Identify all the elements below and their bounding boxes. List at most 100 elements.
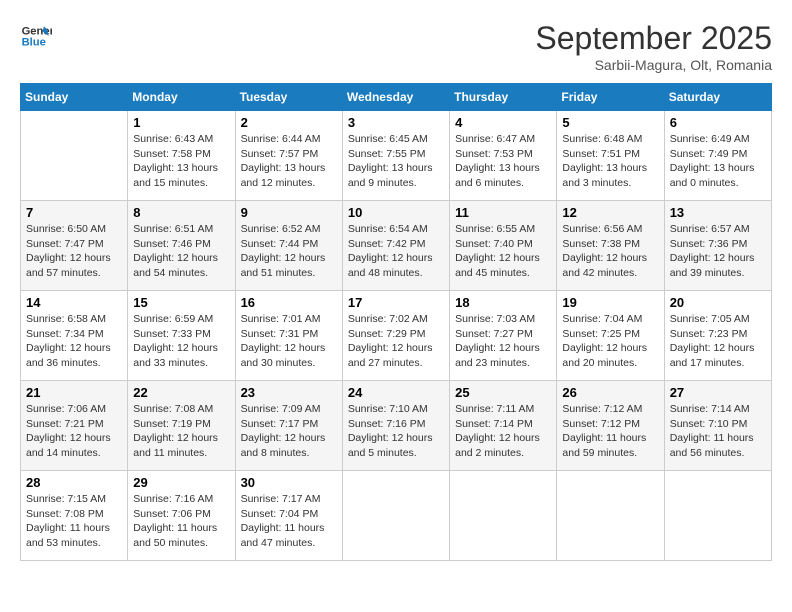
day-number: 14 [26,295,122,310]
calendar-cell: 14 Sunrise: 6:58 AMSunset: 7:34 PMDayligh… [21,291,128,381]
calendar-week-row: 14 Sunrise: 6:58 AMSunset: 7:34 PMDayligh… [21,291,772,381]
day-number: 3 [348,115,444,130]
day-number: 13 [670,205,766,220]
day-number: 21 [26,385,122,400]
calendar-cell [557,471,664,561]
calendar-cell: 19 Sunrise: 7:04 AMSunset: 7:25 PMDayligh… [557,291,664,381]
day-info: Sunrise: 6:54 AMSunset: 7:42 PMDaylight:… [348,222,444,281]
calendar-cell: 4 Sunrise: 6:47 AMSunset: 7:53 PMDaylight… [450,111,557,201]
day-number: 18 [455,295,551,310]
svg-text:Blue: Blue [22,37,46,49]
day-number: 17 [348,295,444,310]
calendar-week-row: 28Sunrise: 7:15 AMSunset: 7:08 PMDayligh… [21,471,772,561]
day-info: Sunrise: 7:11 AMSunset: 7:14 PMDaylight:… [455,402,551,461]
day-number: 30 [241,475,337,490]
day-number: 16 [241,295,337,310]
calendar-week-row: 7Sunrise: 6:50 AMSunset: 7:47 PMDaylight… [21,201,772,291]
calendar-cell: 28Sunrise: 7:15 AMSunset: 7:08 PMDayligh… [21,471,128,561]
day-number: 20 [670,295,766,310]
day-info: Sunrise: 7:06 AMSunset: 7:21 PMDaylight:… [26,402,122,461]
logo: General Blue [20,20,52,52]
day-info: Sunrise: 7:05 AMSunset: 7:23 PMDaylight:… [670,312,766,371]
calendar-cell: 9 Sunrise: 6:52 AMSunset: 7:44 PMDaylight… [235,201,342,291]
calendar-cell: 26Sunrise: 7:12 AMSunset: 7:12 PMDayligh… [557,381,664,471]
header-friday: Friday [557,84,664,111]
calendar-cell: 6 Sunrise: 6:49 AMSunset: 7:49 PMDaylight… [664,111,771,201]
calendar-cell [450,471,557,561]
day-info: Sunrise: 7:17 AMSunset: 7:04 PMDaylight:… [241,492,337,551]
calendar-cell: 2Sunrise: 6:44 AMSunset: 7:57 PMDaylight… [235,111,342,201]
day-number: 24 [348,385,444,400]
day-info: Sunrise: 6:57 AMSunset: 7:36 PMDaylight:… [670,222,766,281]
title-area: September 2025 Sarbii-Magura, Olt, Roman… [535,20,772,73]
subtitle: Sarbii-Magura, Olt, Romania [535,57,772,73]
header-wednesday: Wednesday [342,84,449,111]
calendar-cell: 7Sunrise: 6:50 AMSunset: 7:47 PMDaylight… [21,201,128,291]
day-number: 2 [241,115,337,130]
day-number: 27 [670,385,766,400]
calendar-cell: 16 Sunrise: 7:01 AMSunset: 7:31 PMDayligh… [235,291,342,381]
calendar-cell: 29 Sunrise: 7:16 AMSunset: 7:06 PMDayligh… [128,471,235,561]
day-info: Sunrise: 6:50 AMSunset: 7:47 PMDaylight:… [26,222,122,281]
day-number: 25 [455,385,551,400]
day-info: Sunrise: 6:49 AMSunset: 7:49 PMDaylight:… [670,132,766,191]
day-number: 22 [133,385,229,400]
month-title: September 2025 [535,20,772,57]
day-info: Sunrise: 6:47 AMSunset: 7:53 PMDaylight:… [455,132,551,191]
calendar-cell: 1 Sunrise: 6:43 AMSunset: 7:58 PMDaylight… [128,111,235,201]
day-info: Sunrise: 7:09 AMSunset: 7:17 PMDaylight:… [241,402,337,461]
day-info: Sunrise: 7:04 AMSunset: 7:25 PMDaylight:… [562,312,658,371]
calendar-cell: 24 Sunrise: 7:10 AMSunset: 7:16 PMDayligh… [342,381,449,471]
day-info: Sunrise: 6:52 AMSunset: 7:44 PMDaylight:… [241,222,337,281]
day-number: 6 [670,115,766,130]
calendar-cell: 25 Sunrise: 7:11 AMSunset: 7:14 PMDayligh… [450,381,557,471]
day-info: Sunrise: 6:56 AMSunset: 7:38 PMDaylight:… [562,222,658,281]
day-number: 15 [133,295,229,310]
day-number: 1 [133,115,229,130]
day-info: Sunrise: 6:48 AMSunset: 7:51 PMDaylight:… [562,132,658,191]
calendar-table: SundayMondayTuesdayWednesdayThursdayFrid… [20,83,772,561]
day-info: Sunrise: 6:43 AMSunset: 7:58 PMDaylight:… [133,132,229,191]
calendar-cell: 3 Sunrise: 6:45 AMSunset: 7:55 PMDaylight… [342,111,449,201]
calendar-week-row: 1 Sunrise: 6:43 AMSunset: 7:58 PMDaylight… [21,111,772,201]
calendar-cell: 8 Sunrise: 6:51 AMSunset: 7:46 PMDaylight… [128,201,235,291]
day-number: 11 [455,205,551,220]
day-number: 9 [241,205,337,220]
header: General Blue September 2025 Sarbii-Magur… [20,20,772,73]
day-info: Sunrise: 7:01 AMSunset: 7:31 PMDaylight:… [241,312,337,371]
calendar-cell: 27Sunrise: 7:14 AMSunset: 7:10 PMDayligh… [664,381,771,471]
day-info: Sunrise: 7:02 AMSunset: 7:29 PMDaylight:… [348,312,444,371]
day-number: 23 [241,385,337,400]
header-saturday: Saturday [664,84,771,111]
day-info: Sunrise: 7:15 AMSunset: 7:08 PMDaylight:… [26,492,122,551]
day-number: 26 [562,385,658,400]
calendar-cell: 18 Sunrise: 7:03 AMSunset: 7:27 PMDayligh… [450,291,557,381]
day-info: Sunrise: 7:16 AMSunset: 7:06 PMDaylight:… [133,492,229,551]
day-info: Sunrise: 7:10 AMSunset: 7:16 PMDaylight:… [348,402,444,461]
day-info: Sunrise: 6:58 AMSunset: 7:34 PMDaylight:… [26,312,122,371]
calendar-cell: 23 Sunrise: 7:09 AMSunset: 7:17 PMDayligh… [235,381,342,471]
day-number: 19 [562,295,658,310]
day-number: 5 [562,115,658,130]
calendar-cell: 13 Sunrise: 6:57 AMSunset: 7:36 PMDayligh… [664,201,771,291]
header-thursday: Thursday [450,84,557,111]
day-info: Sunrise: 7:08 AMSunset: 7:19 PMDaylight:… [133,402,229,461]
day-number: 29 [133,475,229,490]
calendar-header-row: SundayMondayTuesdayWednesdayThursdayFrid… [21,84,772,111]
day-number: 4 [455,115,551,130]
day-info: Sunrise: 6:55 AMSunset: 7:40 PMDaylight:… [455,222,551,281]
calendar-cell [342,471,449,561]
calendar-week-row: 21 Sunrise: 7:06 AMSunset: 7:21 PMDayligh… [21,381,772,471]
calendar-cell: 30 Sunrise: 7:17 AMSunset: 7:04 PMDayligh… [235,471,342,561]
day-info: Sunrise: 6:51 AMSunset: 7:46 PMDaylight:… [133,222,229,281]
calendar-cell [21,111,128,201]
logo-icon: General Blue [20,20,52,52]
calendar-cell [664,471,771,561]
day-info: Sunrise: 6:45 AMSunset: 7:55 PMDaylight:… [348,132,444,191]
day-number: 8 [133,205,229,220]
calendar-cell: 17 Sunrise: 7:02 AMSunset: 7:29 PMDayligh… [342,291,449,381]
header-sunday: Sunday [21,84,128,111]
calendar-cell: 12Sunrise: 6:56 AMSunset: 7:38 PMDayligh… [557,201,664,291]
calendar-cell: 11 Sunrise: 6:55 AMSunset: 7:40 PMDayligh… [450,201,557,291]
day-info: Sunrise: 7:03 AMSunset: 7:27 PMDaylight:… [455,312,551,371]
